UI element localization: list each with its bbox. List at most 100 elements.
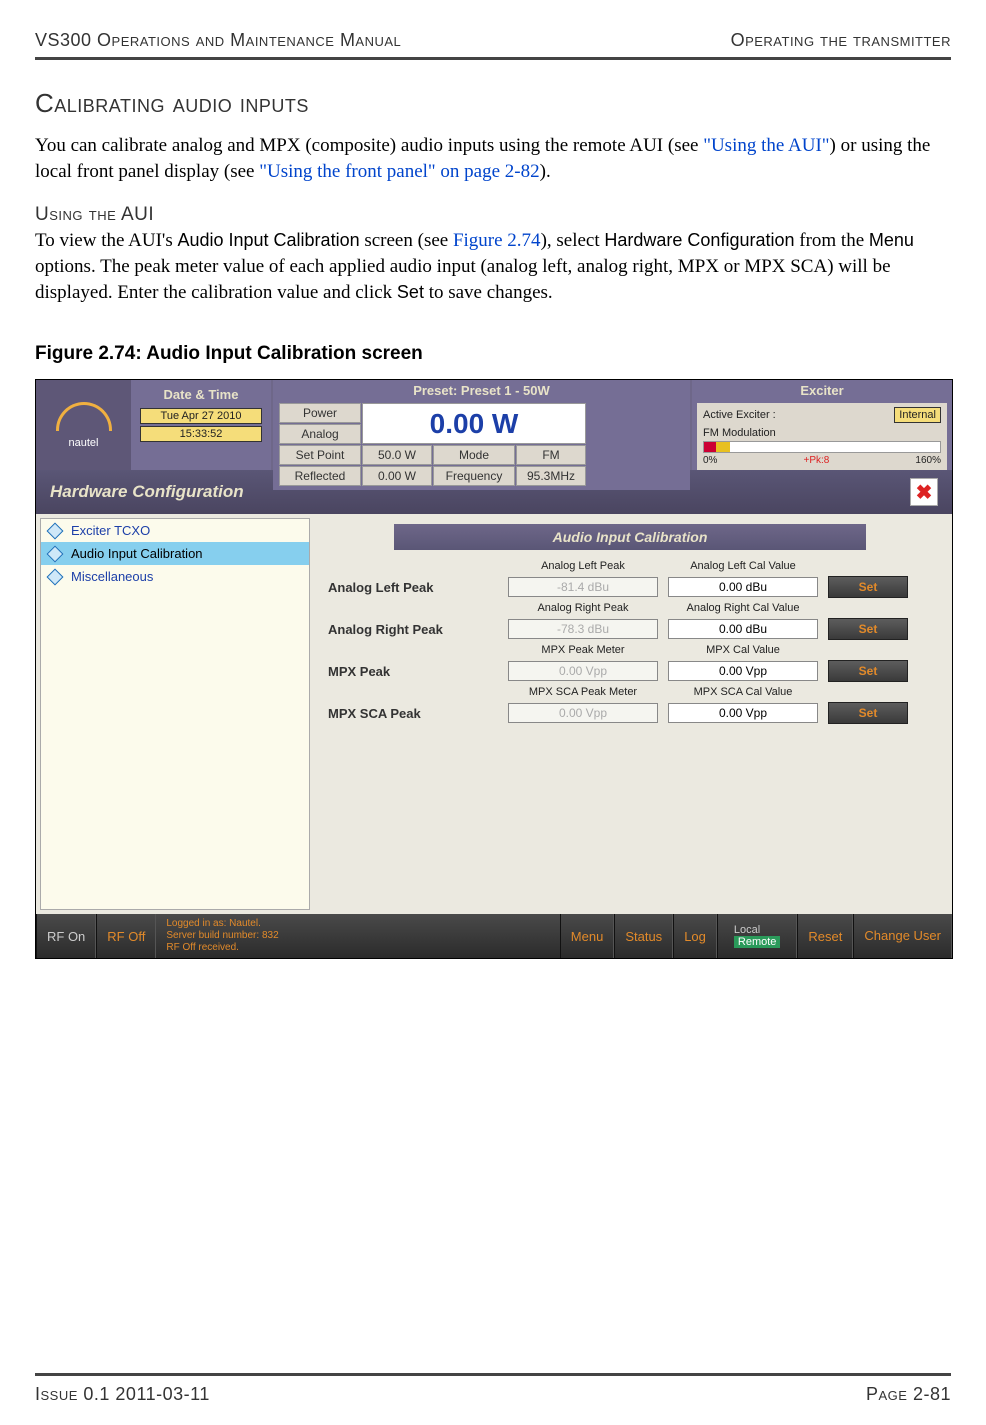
aui-top-bar: nautel Date & Time Tue Apr 27 2010 15:33…	[36, 380, 952, 470]
local-remote-toggle[interactable]: Local Remote	[717, 914, 798, 958]
header-left: VS300 Operations and Maintenance Manual	[35, 30, 401, 51]
power-label: Power	[279, 403, 361, 423]
reset-button[interactable]: Reset	[797, 914, 853, 958]
tree-miscellaneous[interactable]: Miscellaneous	[41, 565, 309, 588]
figure-caption: Figure 2.74: Audio Input Calibration scr…	[35, 343, 951, 365]
cal-input-2[interactable]: 0.00 Vpp	[668, 661, 818, 681]
diamond-icon	[47, 568, 64, 585]
logo-cell[interactable]: nautel	[36, 380, 131, 470]
status-button[interactable]: Status	[614, 914, 673, 958]
set-button-0[interactable]: Set	[828, 576, 908, 598]
menu-button[interactable]: Menu	[560, 914, 615, 958]
hw-tree: Exciter TCXO Audio Input Calibration Mis…	[40, 518, 310, 910]
row-label-1: Analog Right Peak	[328, 622, 498, 637]
peak-3: 0.00 Vpp	[508, 703, 658, 723]
time-value: 15:33:52	[140, 426, 262, 442]
analog-label: Analog	[279, 424, 361, 444]
tree-label-0: Exciter TCXO	[71, 523, 150, 538]
fm-mod-meter	[703, 441, 941, 453]
mode-label: Mode	[433, 445, 515, 465]
reflected-label: Reflected	[279, 466, 361, 486]
change-user-button[interactable]: Change User	[853, 914, 952, 958]
datetime-panel: Date & Time Tue Apr 27 2010 15:33:52	[131, 380, 271, 470]
preset-panel: Preset: Preset 1 - 50W Power 0.00 W Anal…	[273, 380, 690, 470]
tree-label-1: Audio Input Calibration	[71, 546, 203, 561]
date-value: Tue Apr 27 2010	[140, 408, 262, 424]
mod-scale-left: 0%	[703, 455, 717, 466]
hdr-1-2: Analog Right Cal Value	[668, 602, 818, 614]
p2b: Audio Input Calibration	[177, 230, 359, 250]
preset-title: Preset: Preset 1 - 50W	[273, 380, 690, 403]
frequency-label: Frequency	[433, 466, 515, 486]
peak-1: -78.3 dBu	[508, 619, 658, 639]
reflected-value: 0.00 W	[362, 466, 432, 486]
hdr-0-1: Analog Left Peak	[508, 560, 658, 572]
footer-left: Issue 0.1 2011-03-11	[35, 1384, 210, 1405]
cal-input-3[interactable]: 0.00 Vpp	[668, 703, 818, 723]
mode-value: FM	[516, 445, 586, 465]
link-figure[interactable]: Figure 2.74	[453, 230, 541, 251]
rf-off-button[interactable]: RF Off	[96, 914, 156, 958]
hdr-2-1: MPX Peak Meter	[508, 644, 658, 656]
setpoint-value: 50.0 W	[362, 445, 432, 465]
log-button[interactable]: Log	[673, 914, 717, 958]
mod-scale-pk: +Pk:8	[804, 455, 830, 466]
hdr-1-1: Analog Right Peak	[508, 602, 658, 614]
hdr-2-2: MPX Cal Value	[668, 644, 818, 656]
diamond-icon	[47, 545, 64, 562]
frequency-value: 95.3MHz	[516, 466, 586, 486]
page-header: VS300 Operations and Maintenance Manual …	[35, 30, 951, 60]
calibration-grid: Analog Left Peak Analog Left Cal Value An…	[314, 560, 946, 724]
link-using-aui[interactable]: "Using the AUI"	[703, 135, 829, 156]
hdr-3-2: MPX SCA Cal Value	[668, 686, 818, 698]
hdr-3-1: MPX SCA Peak Meter	[508, 686, 658, 698]
set-button-3[interactable]: Set	[828, 702, 908, 724]
peak-2: 0.00 Vpp	[508, 661, 658, 681]
row-label-2: MPX Peak	[328, 664, 498, 679]
diamond-icon	[47, 522, 64, 539]
hw-right-pane: Audio Input Calibration Analog Left Peak…	[314, 518, 946, 910]
hw-config-body: Exciter TCXO Audio Input Calibration Mis…	[36, 514, 952, 914]
close-button[interactable]: ✖	[910, 478, 938, 506]
exciter-title: Exciter	[697, 380, 947, 403]
p2j: to save changes.	[424, 282, 553, 303]
cal-input-0[interactable]: 0.00 dBu	[668, 577, 818, 597]
fm-mod-label: FM Modulation	[703, 427, 941, 439]
active-exciter-label: Active Exciter :	[703, 409, 776, 421]
nautel-logo-icon	[56, 402, 112, 431]
aui-footer: RF On RF Off Logged in as: Nautel. Serve…	[36, 914, 952, 958]
exciter-panel: Exciter Active Exciter : Internal FM Mod…	[692, 380, 952, 470]
remote-label: Remote	[734, 936, 781, 948]
tree-audio-input-calibration[interactable]: Audio Input Calibration	[41, 542, 309, 565]
hdr-0-2: Analog Left Cal Value	[668, 560, 818, 572]
tree-exciter-tcxo[interactable]: Exciter TCXO	[41, 519, 309, 542]
set-button-1[interactable]: Set	[828, 618, 908, 640]
aui-screenshot: nautel Date & Time Tue Apr 27 2010 15:33…	[35, 379, 953, 959]
setpoint-label: Set Point	[279, 445, 361, 465]
active-exciter-value: Internal	[894, 407, 941, 423]
p2d: ), select	[541, 230, 605, 251]
p2g: Menu	[869, 230, 914, 250]
peak-0: -81.4 dBu	[508, 577, 658, 597]
link-using-front-panel[interactable]: "Using the front panel" on page 2-82	[259, 161, 539, 182]
p2f: from the	[795, 230, 869, 251]
section-heading: Calibrating audio inputs	[35, 88, 951, 119]
log-line-3: RF Off received.	[166, 942, 549, 954]
p2i: Set	[397, 282, 424, 302]
logo-text: nautel	[69, 437, 99, 449]
cal-input-1[interactable]: 0.00 dBu	[668, 619, 818, 639]
log-line-1: Logged in as: Nautel.	[166, 918, 549, 930]
aic-title: Audio Input Calibration	[394, 524, 866, 550]
p1c: ).	[540, 161, 551, 182]
paragraph-1: You can calibrate analog and MPX (compos…	[35, 133, 951, 184]
mod-scale-right: 160%	[915, 455, 941, 466]
local-label: Local	[734, 924, 781, 936]
p1a: You can calibrate analog and MPX (compos…	[35, 135, 703, 156]
p2c: screen (see	[360, 230, 453, 251]
row-label-3: MPX SCA Peak	[328, 706, 498, 721]
main-power-value: 0.00 W	[362, 403, 586, 444]
rf-on-button[interactable]: RF On	[36, 914, 96, 958]
tree-label-2: Miscellaneous	[71, 569, 153, 584]
set-button-2[interactable]: Set	[828, 660, 908, 682]
log-line-2: Server build number: 832	[166, 930, 549, 942]
